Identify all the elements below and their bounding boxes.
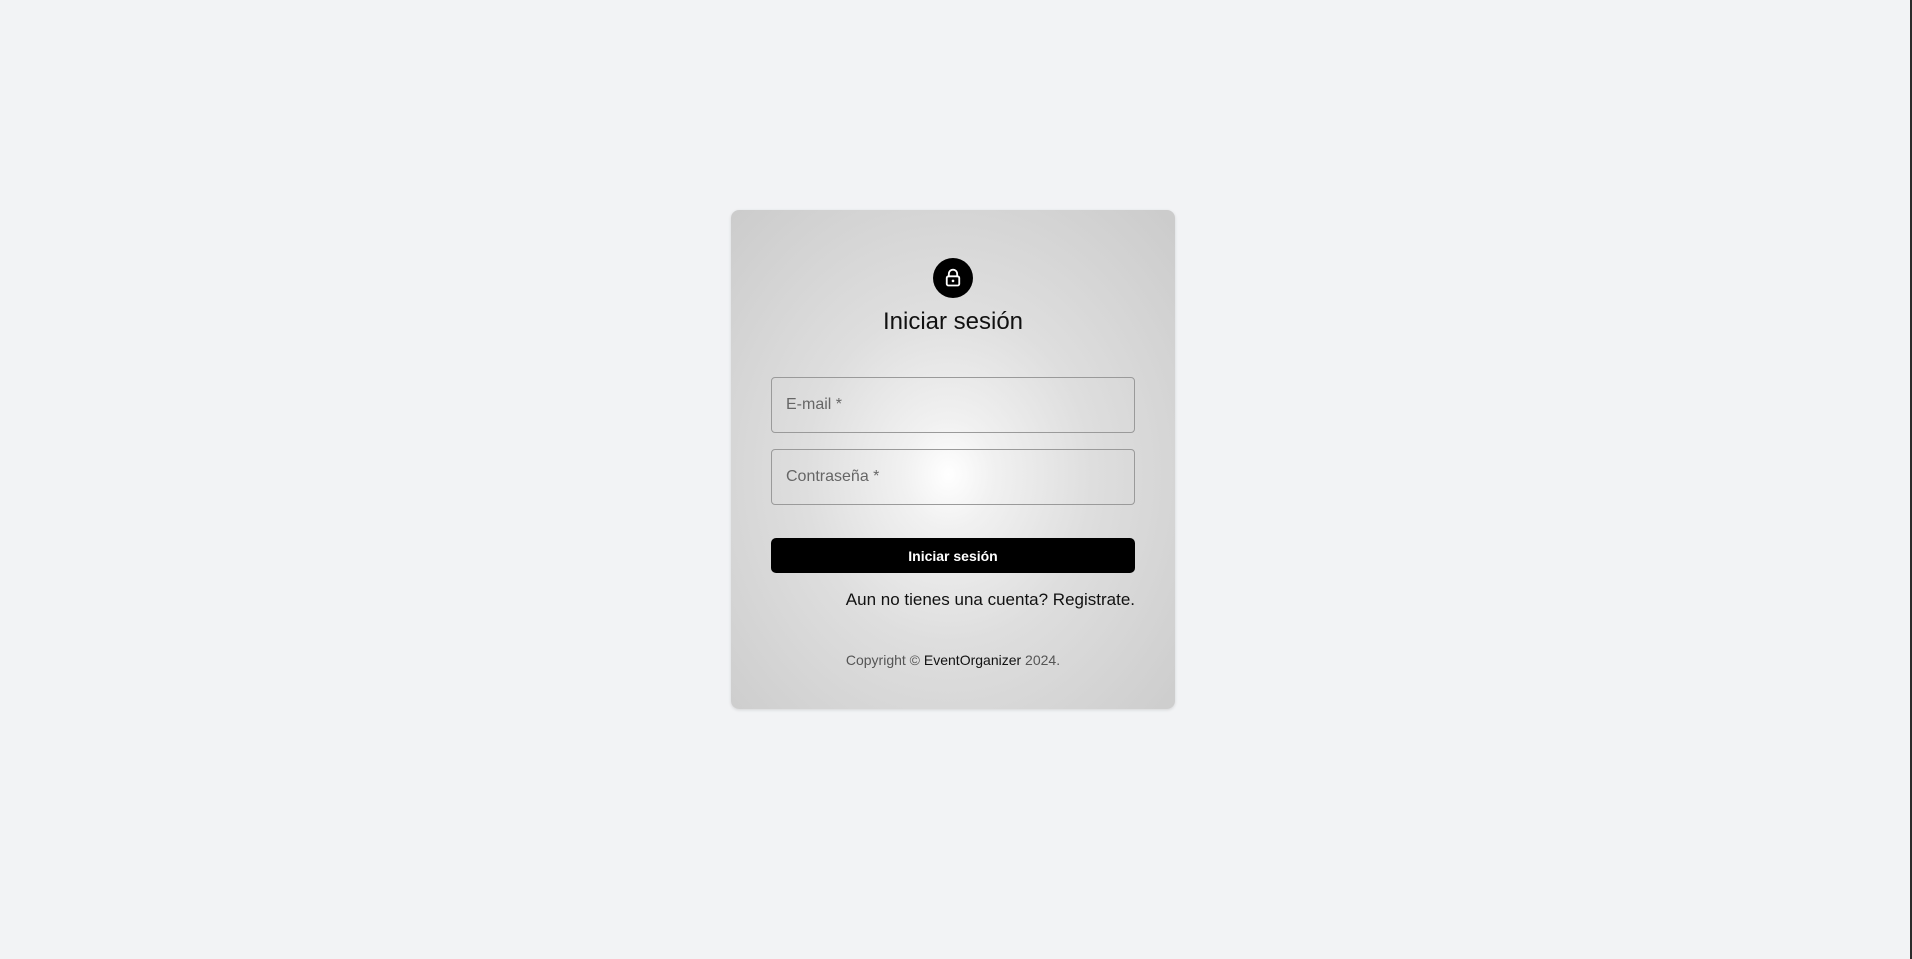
- brand-link[interactable]: EventOrganizer: [924, 652, 1021, 668]
- lock-avatar: [933, 258, 973, 298]
- login-button[interactable]: Iniciar sesión: [771, 538, 1135, 573]
- copyright-footer: Copyright © EventOrganizer 2024.: [731, 651, 1175, 669]
- copyright-suffix: 2024.: [1021, 652, 1061, 668]
- login-card: Iniciar sesión Iniciar sesión Aun no tie…: [731, 210, 1175, 709]
- register-link[interactable]: Aun no tienes una cuenta? Registrate.: [846, 589, 1135, 611]
- copyright-prefix: Copyright ©: [845, 652, 924, 668]
- page-title: Iniciar sesión: [882, 308, 1024, 335]
- page: Iniciar sesión Iniciar sesión Aun no tie…: [0, 0, 1912, 959]
- password-field[interactable]: [771, 449, 1135, 505]
- lock-icon: [945, 268, 961, 287]
- email-field[interactable]: [771, 377, 1135, 433]
